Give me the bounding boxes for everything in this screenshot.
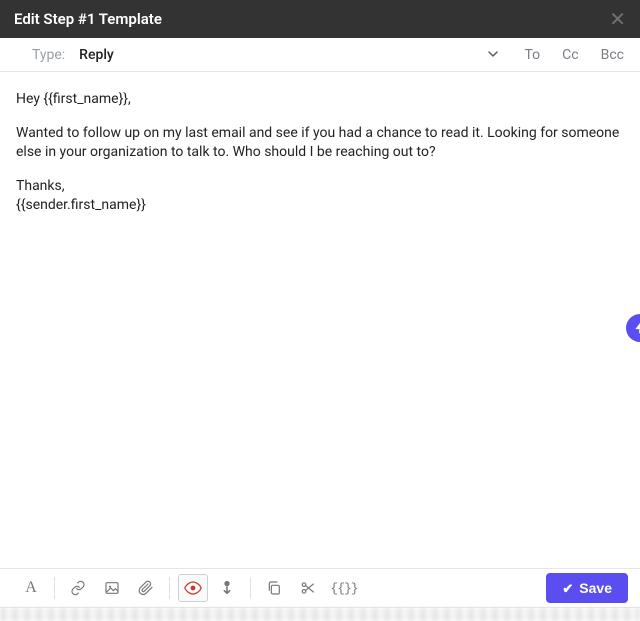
body-greeting: Hey {{first_name}}, (16, 90, 624, 110)
obscured-strip (0, 608, 640, 621)
type-label: Type: (32, 47, 65, 63)
body-paragraph: Wanted to follow up on my last email and… (16, 124, 624, 163)
font-format-button[interactable]: A (16, 574, 46, 602)
paperclip-icon (138, 580, 154, 596)
close-icon[interactable]: ✕ (609, 9, 626, 29)
toolbar-divider (169, 577, 170, 599)
toolbar-divider (54, 577, 55, 599)
save-button[interactable]: ✔ Save (546, 573, 628, 603)
chevron-down-icon[interactable] (488, 49, 498, 60)
braces-icon: {{}} (330, 581, 357, 596)
font-icon: A (25, 579, 37, 597)
modal-title: Edit Step #1 Template (14, 10, 162, 28)
modal-header: Edit Step #1 Template ✕ (0, 0, 640, 38)
email-body-editor[interactable]: Hey {{first_name}}, Wanted to follow up … (0, 72, 640, 569)
toolbar-divider (250, 577, 251, 599)
attachment-button[interactable] (131, 574, 161, 602)
bcc-button[interactable]: Bcc (597, 47, 628, 63)
person-down-icon (220, 580, 234, 596)
lightning-icon (633, 321, 640, 335)
snippets-scissors-button[interactable] (293, 574, 323, 602)
type-row: Type: Reply To Cc Bcc (0, 38, 640, 72)
templates-button[interactable] (259, 574, 289, 602)
scissors-icon (300, 580, 316, 596)
image-button[interactable] (97, 574, 127, 602)
link-icon (70, 580, 86, 596)
unsubscribe-button[interactable] (212, 574, 242, 602)
preview-button[interactable] (178, 574, 208, 602)
type-value[interactable]: Reply (79, 47, 114, 63)
variables-button[interactable]: {{}} (327, 574, 361, 602)
copy-icon (266, 580, 282, 596)
check-icon: ✔ (562, 582, 573, 595)
editor-toolbar: A {{}} ✔ Save (0, 568, 640, 608)
eye-icon (184, 581, 202, 595)
to-button[interactable]: To (520, 47, 544, 63)
cc-button[interactable]: Cc (558, 47, 582, 63)
body-closing: Thanks, {{sender.first_name}} (16, 177, 624, 216)
save-label: Save (579, 580, 612, 596)
image-icon (104, 580, 120, 596)
link-button[interactable] (63, 574, 93, 602)
